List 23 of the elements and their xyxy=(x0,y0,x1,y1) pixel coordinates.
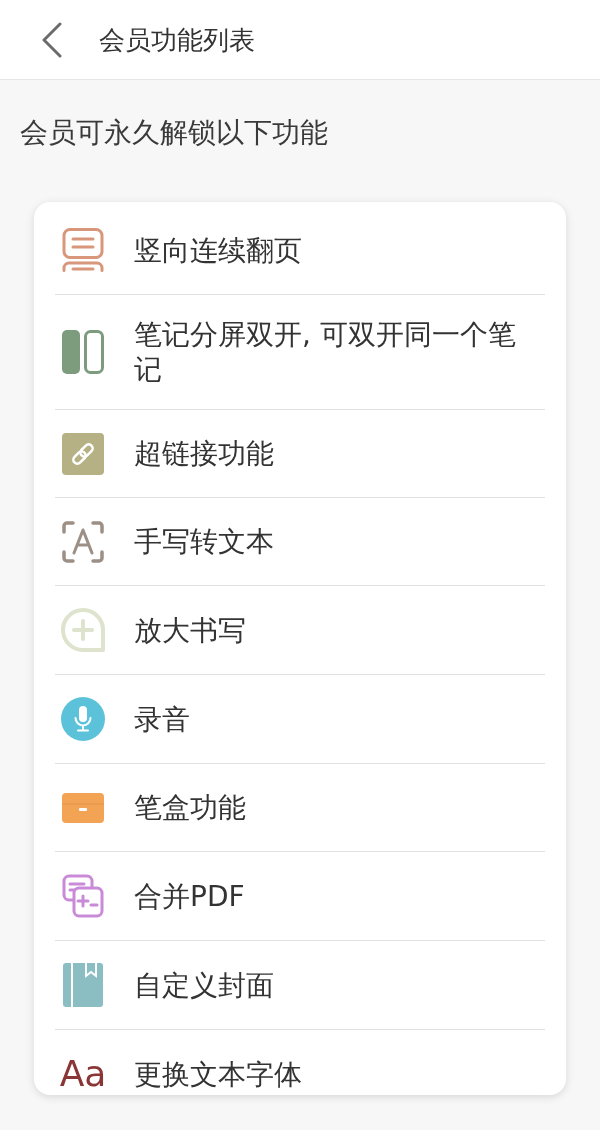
pencil-case-icon xyxy=(62,792,104,823)
scan-letter-icon xyxy=(62,520,104,563)
subtitle: 会员可永久解锁以下功能 xyxy=(20,115,328,151)
feature-label: 超链接功能 xyxy=(134,437,274,470)
microphone-icon xyxy=(61,697,105,741)
feature-label: 手写转文本 xyxy=(134,525,274,558)
font-icon: Aa xyxy=(59,1054,107,1094)
feature-label: 更换文本字体 xyxy=(134,1057,302,1091)
feature-label: 自定义封面 xyxy=(134,968,274,1002)
stacked-pages-icon xyxy=(62,228,104,272)
feature-label: 录音 xyxy=(134,702,190,736)
split-view-icon xyxy=(62,330,104,374)
feature-label: 合并PDF xyxy=(134,879,245,913)
back-icon xyxy=(42,21,62,58)
merge-documents-icon xyxy=(62,874,104,918)
feature-label: 笔盒功能 xyxy=(134,791,246,824)
feature-label: 竖向连续翻页 xyxy=(134,233,302,267)
plus-bubble-icon xyxy=(61,608,105,652)
bookmarked-book-icon xyxy=(63,963,103,1007)
link-icon xyxy=(62,432,104,475)
page-title: 会员功能列表 xyxy=(99,23,255,57)
feature-label: 放大书写 xyxy=(134,613,246,647)
feature-label: 笔记分屏双开, 可双开同一个笔记 xyxy=(134,318,516,386)
